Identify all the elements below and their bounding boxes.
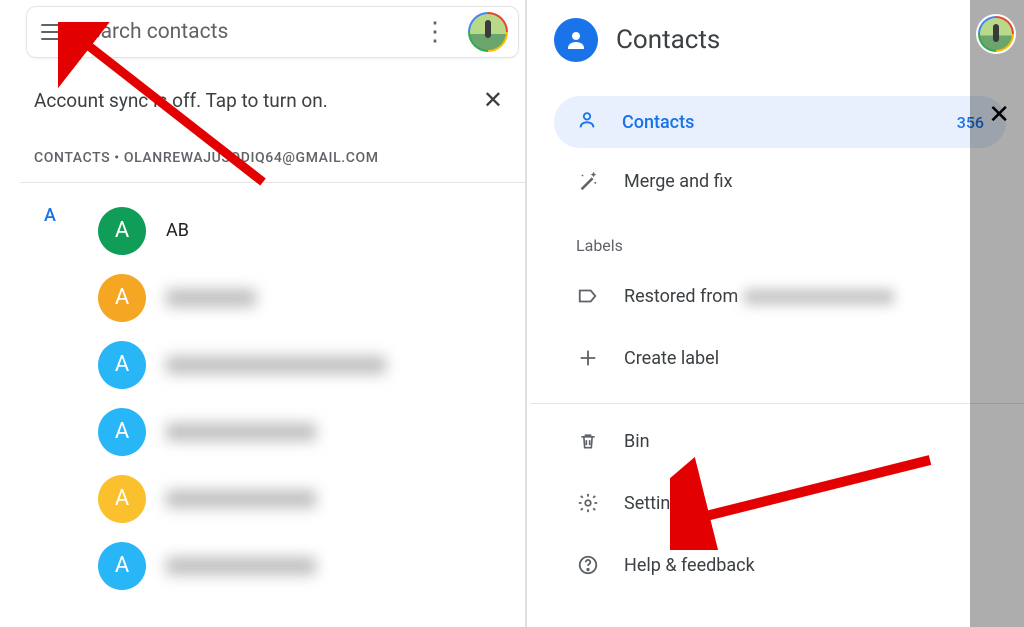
nav-item-label: Create label — [624, 348, 719, 369]
nav-item-contacts[interactable]: Contacts 356 — [554, 96, 1006, 148]
close-icon[interactable]: ✕ — [479, 82, 507, 118]
contact-avatar: A — [98, 207, 146, 255]
help-icon — [576, 554, 600, 576]
nav-item-help[interactable]: Help & feedback — [530, 536, 1006, 594]
contacts-list: A AABAAAAA — [20, 183, 525, 599]
contact-row[interactable]: A — [20, 264, 525, 331]
contact-row[interactable]: A AB — [20, 197, 525, 264]
trash-icon — [576, 431, 600, 451]
person-icon — [576, 109, 598, 135]
section-letter: A — [44, 205, 56, 226]
plus-icon — [576, 347, 600, 369]
contact-name-redacted — [166, 289, 256, 307]
nav-item-label: Restored from — [624, 286, 894, 307]
nav-item-label: Merge and fix — [624, 171, 733, 192]
contact-avatar: A — [98, 542, 146, 590]
wand-icon — [576, 170, 600, 192]
contact-name-redacted — [166, 356, 386, 374]
contact-name: AB — [166, 220, 189, 241]
nav-drawer: Contacts Contacts 356 Merge and fix Labe… — [530, 0, 1024, 627]
contact-avatar: A — [98, 475, 146, 523]
contact-row[interactable]: A — [20, 532, 525, 599]
labels-heading: Labels — [530, 210, 1024, 263]
nav-item-create-label[interactable]: Create label — [530, 329, 1006, 387]
nav-item-label-restored[interactable]: Restored from — [530, 267, 1006, 325]
contact-row[interactable]: A — [20, 465, 525, 532]
search-bar: Search contacts ⋮ — [26, 6, 519, 58]
more-options-icon[interactable]: ⋮ — [416, 17, 454, 47]
contact-name-redacted — [166, 423, 316, 441]
nav-item-label: Help & feedback — [624, 555, 755, 576]
account-line: CONTACTS • OLANREWAJUSODIQ64@GMAIL.COM — [20, 126, 525, 182]
nav-item-label: Contacts — [622, 112, 933, 133]
contact-row[interactable]: A — [20, 331, 525, 398]
nav-item-merge[interactable]: Merge and fix — [530, 152, 1006, 210]
contact-name-redacted — [166, 557, 316, 575]
hamburger-menu-icon[interactable] — [41, 24, 63, 40]
nav-item-label: Bin — [624, 431, 650, 452]
dimmed-background: ✕ — [970, 0, 1024, 627]
search-input[interactable]: Search contacts — [77, 20, 402, 44]
close-icon-dimmed: ✕ — [988, 100, 1010, 130]
gear-icon — [576, 492, 600, 514]
contact-avatar: A — [98, 274, 146, 322]
sync-banner-text: Account sync is off. Tap to turn on. — [34, 89, 328, 112]
nav-item-label: Settings — [624, 493, 690, 514]
label-icon — [576, 285, 600, 307]
account-avatar[interactable] — [468, 12, 508, 52]
divider — [530, 403, 1024, 404]
drawer-header: Contacts — [530, 0, 1024, 80]
nav-item-settings[interactable]: Settings — [530, 474, 1006, 532]
contact-name-redacted — [166, 490, 316, 508]
contact-avatar: A — [98, 341, 146, 389]
drawer-title: Contacts — [616, 25, 720, 55]
sync-banner[interactable]: Account sync is off. Tap to turn on. ✕ — [20, 58, 525, 126]
account-avatar-dimmed — [976, 14, 1016, 54]
contacts-main-pane: Search contacts ⋮ Account sync is off. T… — [20, 0, 527, 627]
contact-avatar: A — [98, 408, 146, 456]
nav-item-bin[interactable]: Bin — [530, 412, 1006, 470]
contacts-app-icon — [554, 18, 598, 62]
contact-row[interactable]: A — [20, 398, 525, 465]
